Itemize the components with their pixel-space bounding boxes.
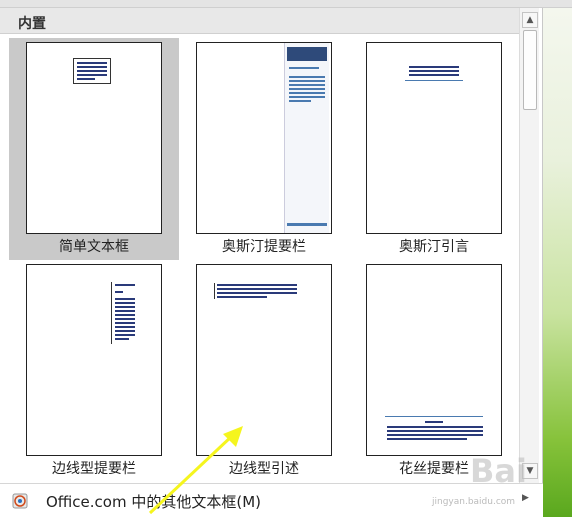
desktop-background	[543, 8, 572, 517]
gallery-section-header: 内置	[0, 8, 519, 34]
gallery-scrollbar[interactable]: ▲ ▼	[519, 8, 539, 483]
thumbnail	[196, 42, 332, 234]
triangle-up-icon: ▲	[526, 15, 534, 25]
menu-top-strip	[0, 0, 572, 8]
gallery-item-label: 边线型提要栏	[52, 461, 136, 477]
gallery-item-filigree-sidebar[interactable]: 花丝提要栏	[349, 260, 519, 482]
gallery-item-simple-textbox[interactable]: 简单文本框	[9, 38, 179, 260]
more-textboxes-label: Office.com 中的其他文本框(M)	[46, 493, 262, 511]
scrollbar-thumb[interactable]	[523, 30, 537, 110]
thumbnail	[366, 42, 502, 234]
office-globe-icon	[12, 493, 28, 509]
triangle-down-icon: ▼	[526, 466, 534, 476]
gallery-item-label: 奥斯汀引言	[399, 239, 469, 255]
section-title: 内置	[18, 16, 46, 32]
thumbnail	[366, 264, 502, 456]
gallery-item-label: 简单文本框	[59, 239, 129, 255]
gallery-item-label: 奥斯汀提要栏	[222, 239, 306, 255]
gallery-item-austin-sidebar[interactable]: 奥斯汀提要栏	[179, 38, 349, 260]
gallery-item-label: 边线型引述	[229, 461, 299, 477]
baidu-watermark-logo: Bai	[470, 452, 527, 490]
scroll-up-button[interactable]: ▲	[522, 12, 538, 28]
gallery-item-austin-quote[interactable]: 奥斯汀引言	[349, 38, 519, 260]
gallery-item-sideline-quote[interactable]: 边线型引述	[179, 260, 349, 482]
thumbnail	[26, 264, 162, 456]
thumbnail	[26, 42, 162, 234]
gallery-item-sideline-sidebar[interactable]: 边线型提要栏	[9, 260, 179, 482]
thumbnail	[196, 264, 332, 456]
watermark-text: jingyan.baidu.com	[432, 497, 516, 507]
submenu-arrow-icon: ▶	[522, 493, 529, 503]
